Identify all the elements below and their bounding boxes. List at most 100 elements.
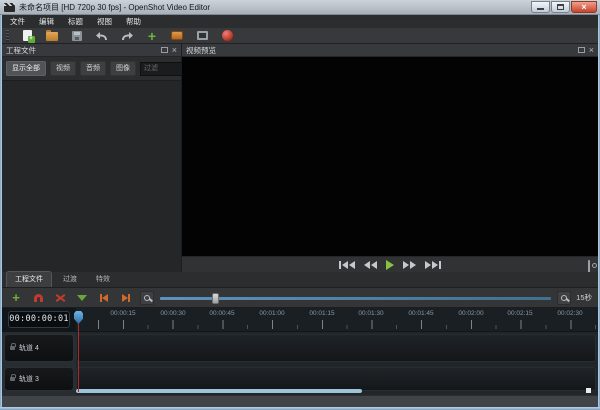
titlebar: 未命名项目 [HD 720p 30 fps] - OpenShot Video …: [0, 0, 600, 15]
track-label: 轨道 3: [19, 374, 39, 384]
track-row: 轨道 4: [2, 334, 596, 362]
redo-icon: [121, 31, 133, 41]
fullscreen-icon: [197, 31, 208, 40]
track-3-lane[interactable]: [76, 367, 596, 391]
triangle-right-icon: [410, 261, 416, 269]
timeline-zoom-slider[interactable]: [160, 291, 551, 305]
track-4-header[interactable]: 轨道 4: [4, 334, 74, 362]
triangle-left-icon: [371, 261, 377, 269]
export-video-button[interactable]: [219, 29, 235, 43]
open-project-button[interactable]: [44, 29, 60, 43]
play-button[interactable]: [386, 259, 394, 271]
save-icon: [72, 31, 82, 41]
timeline-ruler[interactable]: 00:00:00:01 00:00:15 00:00:30 00:00:45 0…: [2, 308, 598, 332]
add-track-button[interactable]: +: [8, 290, 24, 306]
video-preview-header: 视频预览 ×: [182, 44, 598, 57]
snapping-toggle-button[interactable]: [30, 290, 46, 306]
undo-icon: [96, 31, 108, 41]
menu-title[interactable]: 标题: [62, 15, 89, 28]
menu-help[interactable]: 帮助: [120, 15, 147, 28]
window-title: 未命名项目 [HD 720p 30 fps] - OpenShot Video …: [19, 2, 210, 13]
ruler-label: 00:00:30: [160, 310, 185, 317]
filter-video-button[interactable]: 视频: [50, 61, 76, 76]
ruler-label: 00:01:45: [408, 310, 433, 317]
marker-down-arrow-icon: [77, 295, 87, 306]
zoom-out-button[interactable]: [140, 291, 154, 305]
close-button[interactable]: ×: [571, 1, 597, 13]
status-strip: [2, 395, 598, 407]
filter-show-all-button[interactable]: 显示全部: [6, 61, 46, 76]
triangle-right-icon: [432, 261, 438, 269]
save-project-button[interactable]: [69, 29, 85, 43]
maximize-button[interactable]: [551, 1, 570, 13]
project-files-list[interactable]: [2, 80, 181, 272]
minimize-button[interactable]: [531, 1, 550, 13]
timeline-toolbar: + 15秒: [2, 288, 598, 308]
track-4-lane[interactable]: [76, 334, 596, 362]
menu-file[interactable]: 文件: [4, 15, 31, 28]
transport-controls: [182, 256, 598, 272]
video-preview-screen[interactable]: [182, 57, 598, 256]
minimize-icon: [537, 8, 544, 10]
track-lock-icon: [10, 377, 15, 381]
zoom-in-button[interactable]: [557, 291, 571, 305]
redo-button[interactable]: [119, 29, 135, 43]
video-preview-title: 视频预览: [186, 45, 578, 56]
project-files-title: 工程文件: [6, 45, 161, 56]
tracks-area: 轨道 4 轨道 3: [2, 332, 598, 395]
toolbar-grip[interactable]: [6, 30, 9, 42]
triangle-right-icon: [425, 261, 431, 269]
triangle-left-icon: [364, 261, 370, 269]
main-area: 工程文件 × 显示全部 视频 音频 图像 视频预览 ×: [2, 44, 598, 272]
menu-edit[interactable]: 编辑: [33, 15, 60, 28]
undock-icon[interactable]: [578, 47, 585, 53]
profile-icon: [171, 31, 183, 40]
ruler-label: 00:02:15: [507, 310, 532, 317]
track-lock-icon: [10, 346, 15, 350]
project-files-panel: 工程文件 × 显示全部 视频 音频 图像: [2, 44, 182, 272]
magnifier-minus-icon: [144, 295, 150, 301]
ruler-label: 00:01:15: [309, 310, 334, 317]
resize-grip[interactable]: [586, 388, 591, 393]
menu-view[interactable]: 视图: [91, 15, 118, 28]
fast-forward-button[interactable]: [403, 259, 416, 271]
triangle-left-icon: [349, 261, 355, 269]
window-border-left: [0, 15, 2, 410]
ruler-label: 00:01:00: [259, 310, 284, 317]
triangle-left-icon: [342, 261, 348, 269]
ruler-scale[interactable]: 00:00:15 00:00:30 00:00:45 00:01:00 00:0…: [76, 308, 598, 331]
previous-marker-button[interactable]: [96, 290, 112, 306]
rewind-button[interactable]: [364, 259, 377, 271]
undo-button[interactable]: [94, 29, 110, 43]
track-3-header[interactable]: 轨道 3: [4, 367, 74, 391]
undock-icon[interactable]: [161, 47, 168, 53]
maximize-icon: [557, 4, 564, 10]
app-logo-icon: [4, 3, 15, 12]
fullscreen-button[interactable]: [194, 29, 210, 43]
filter-image-button[interactable]: 图像: [110, 61, 136, 76]
magnet-icon: [34, 294, 43, 302]
panel-close-icon[interactable]: ×: [589, 47, 594, 54]
project-files-header: 工程文件 ×: [2, 44, 181, 57]
jump-to-end-button[interactable]: [425, 259, 441, 271]
import-files-button[interactable]: +: [144, 29, 160, 43]
filter-input[interactable]: [140, 62, 184, 76]
tab-effects[interactable]: 特效: [88, 272, 118, 287]
add-marker-button[interactable]: [74, 290, 90, 306]
jump-to-start-button[interactable]: [339, 259, 355, 271]
bar-icon: [339, 261, 341, 269]
openshot-window: 未命名项目 [HD 720p 30 fps] - OpenShot Video …: [0, 0, 600, 410]
add-track-plus-icon: +: [12, 292, 20, 304]
timeline-horizontal-scrollbar[interactable]: [76, 389, 362, 393]
tab-project-files[interactable]: 工程文件: [6, 271, 52, 287]
panel-close-icon[interactable]: ×: [172, 47, 177, 54]
zoom-slider-handle[interactable]: [212, 293, 219, 304]
next-marker-button[interactable]: [118, 290, 134, 306]
tab-transitions[interactable]: 过渡: [55, 272, 85, 287]
close-icon: ×: [581, 3, 586, 12]
new-project-button[interactable]: [19, 29, 35, 43]
razor-tool-button[interactable]: [52, 290, 68, 306]
ruler-label: 00:02:00: [458, 310, 483, 317]
filter-audio-button[interactable]: 音频: [80, 61, 106, 76]
choose-profile-button[interactable]: [169, 29, 185, 43]
